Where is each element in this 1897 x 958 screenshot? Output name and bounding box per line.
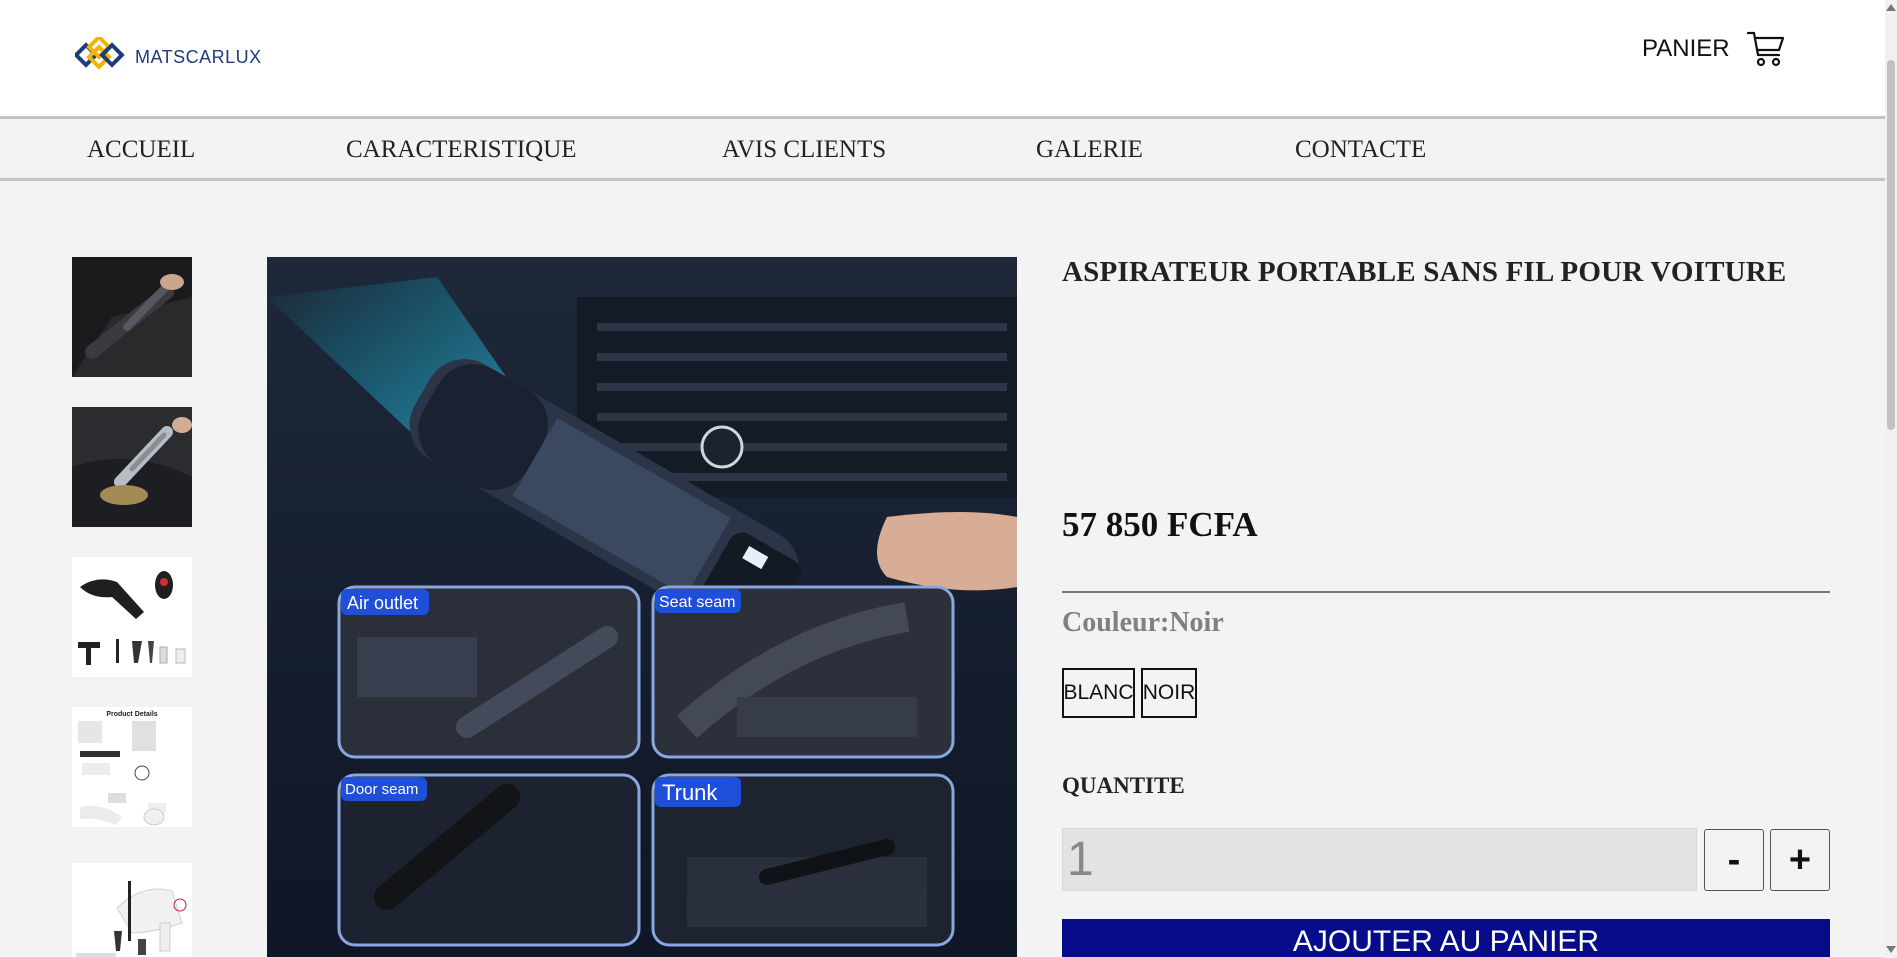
nav-item-contacte[interactable]: CONTACTE <box>1295 136 1426 164</box>
nav-item-avis-clients[interactable]: AVIS CLIENTS <box>722 136 886 164</box>
panel-label: Air outlet <box>347 593 418 613</box>
thumbnail-caption: Product Details <box>106 711 157 718</box>
scroll-up-arrow-icon[interactable] <box>1886 4 1896 11</box>
product-thumbnail[interactable] <box>72 863 192 958</box>
thumbnail-image <box>72 257 192 377</box>
nav-item-caracteristique[interactable]: CARACTERISTIQUE <box>346 136 577 164</box>
scrollbar-thumb[interactable] <box>1887 60 1895 430</box>
thumbnail-image: Product Details <box>72 707 192 827</box>
site-header: MATSCARLUX PANIER <box>0 0 1885 119</box>
selected-color-value: Noir <box>1169 607 1224 638</box>
quantity-label: QUANTITE <box>1062 773 1185 798</box>
vacuum-in-car-illustration: Air outlet Seat seam Door seam Trunk <box>267 257 1017 958</box>
panel-label: Door seam <box>345 781 418 798</box>
add-to-cart-button[interactable]: AJOUTER AU PANIER <box>1062 919 1830 958</box>
color-label: Couleur: <box>1062 607 1170 638</box>
logo-text: MATSCARLUX <box>135 46 262 67</box>
product-thumbnail[interactable] <box>72 407 192 527</box>
cart-link[interactable]: PANIER <box>1642 30 1786 68</box>
cart-label: PANIER <box>1642 35 1730 62</box>
decrease-quantity-button[interactable]: - <box>1704 829 1764 891</box>
shopping-cart-icon <box>1746 31 1784 67</box>
scroll-down-arrow-icon[interactable] <box>1886 946 1896 953</box>
nav-item-accueil[interactable]: ACCUEIL <box>87 136 195 164</box>
nav-item-galerie[interactable]: GALERIE <box>1036 136 1143 164</box>
product-price: 57 850 FCFA <box>1062 505 1258 544</box>
color-option-blanc[interactable]: BLANC <box>1062 668 1135 718</box>
quantity-input[interactable]: 1 <box>1062 828 1697 891</box>
thumbnail-image <box>72 863 192 958</box>
thumbnail-image <box>72 557 192 677</box>
product-thumbnail[interactable] <box>72 557 192 677</box>
thumbnail-image <box>72 407 192 527</box>
product-thumbnail[interactable] <box>72 257 192 377</box>
panel-label: Seat seam <box>659 594 735 611</box>
product-title: ASPIRATEUR PORTABLE SANS FIL POUR VOITUR… <box>1062 256 1787 288</box>
panel-label: Trunk <box>662 780 718 805</box>
logo[interactable]: MATSCARLUX <box>75 37 262 77</box>
divider <box>1062 591 1830 593</box>
main-product-image[interactable]: Air outlet Seat seam Door seam Trunk <box>267 257 1017 958</box>
increase-quantity-button[interactable]: + <box>1770 829 1830 891</box>
diamond-logo-icon <box>75 37 125 70</box>
main-nav: ACCUEIL CARACTERISTIQUE AVIS CLIENTS GAL… <box>0 119 1885 181</box>
product-thumbnail[interactable]: Product Details <box>72 707 192 827</box>
color-option-noir[interactable]: NOIR <box>1141 668 1197 718</box>
color-selection-label: Couleur:Noir <box>1062 607 1224 639</box>
page-scrollbar[interactable] <box>1885 0 1897 958</box>
